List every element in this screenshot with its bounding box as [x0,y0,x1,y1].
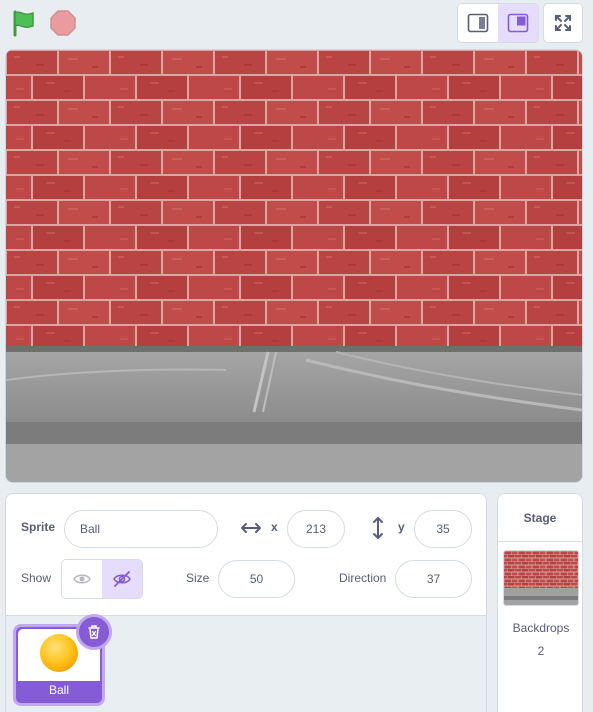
stage-title: Stage [498,494,582,542]
direction-field[interactable]: 37 [395,560,472,598]
sprite-tile-name: Ball [48,683,69,697]
visibility-toggle [61,559,143,599]
eye-icon [72,574,91,584]
small-stage-layout-icon [467,13,489,33]
trash-icon [88,625,100,639]
show-sprite-button[interactable] [62,560,102,598]
x-label: x [271,520,278,534]
x-arrows-icon [240,520,262,541]
normal-stage-layout-icon [507,13,529,33]
stage-canvas[interactable] [5,49,583,483]
direction-label: Direction [339,571,387,585]
sprite-label: Sprite [21,520,56,534]
backdrop-thumbnail[interactable] [503,550,579,606]
y-label: y [398,520,405,534]
y-value: 35 [436,522,450,536]
stage-selector[interactable]: Stage Backdrops 2 [497,493,583,712]
stage-size-toggle [457,3,539,43]
y-field[interactable]: 35 [414,510,472,548]
backdrops-count: 2 [537,644,545,658]
normal-stage-button[interactable] [498,4,538,42]
delete-sprite-button[interactable] [76,614,112,650]
fullscreen-button[interactable] [543,3,583,43]
green-flag-icon[interactable] [10,9,38,37]
x-value: 213 [305,522,327,536]
stage-toolbar [0,0,593,48]
size-field[interactable]: 50 [218,560,295,598]
direction-value: 37 [426,572,441,586]
show-label: Show [21,571,52,585]
backdrops-label: Backdrops [512,621,570,635]
eye-slash-icon [113,571,132,587]
y-arrows-icon [370,516,386,545]
small-stage-button[interactable] [458,4,498,42]
brick-wall-thumbnail-icon [504,551,578,605]
brick-wall-backdrop [6,50,582,482]
fullscreen-icon [555,15,571,31]
sprite-name-field[interactable]: Ball [64,510,218,548]
size-label: Size [186,571,210,585]
size-value: 50 [249,572,264,586]
hide-sprite-button[interactable] [102,560,142,598]
sprite-info-panel: Sprite Ball x 213 y 35 Show Size 50 Dire… [5,493,487,712]
stop-sign-icon[interactable] [50,10,76,36]
sprite-name-value: Ball [80,522,101,536]
x-field[interactable]: 213 [287,510,345,548]
sprite-properties: Sprite Ball x 213 y 35 Show Size 50 Dire… [6,494,486,615]
